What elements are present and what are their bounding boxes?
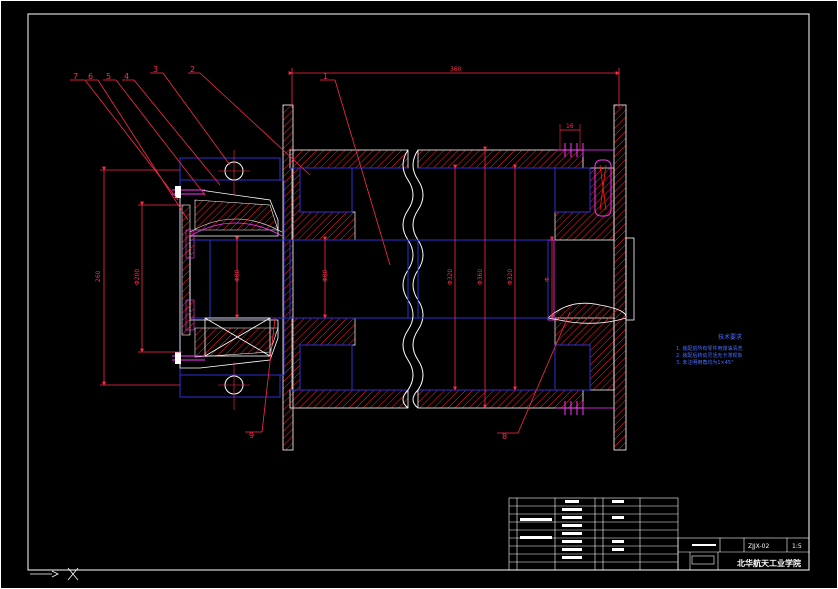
part-label-8: 8 — [502, 432, 507, 441]
dim-left-height: 260 — [95, 270, 102, 282]
technical-notes: 技术要求 1. 装配前所有零件用煤油清洗 2. 装配后转动灵活无卡滞现象 3. … — [676, 333, 742, 366]
notes-line-2: 2. 装配后转动灵活无卡滞现象 — [676, 352, 742, 359]
notes-line-1: 1. 装配前所有零件用煤油清洗 — [676, 345, 742, 352]
bearing-housing — [172, 150, 285, 410]
dim-shaft-left: Φ80 — [234, 269, 241, 282]
drum-body — [282, 104, 635, 451]
school-name: 北华航天工业学院 — [737, 558, 801, 568]
part-label-2: 2 — [190, 65, 195, 74]
dim-pitch: 16 — [566, 123, 574, 130]
notes-line-3: 3. 未注明倒角均为1×45° — [676, 359, 734, 366]
part-label-3: 3 — [153, 65, 158, 74]
dim-bore-left: Φ200 — [134, 269, 141, 285]
dim-overall-length: 360 — [450, 66, 462, 73]
notes-title: 技术要求 — [718, 333, 742, 341]
part-label-7: 7 — [73, 72, 78, 81]
leader-lines — [70, 72, 571, 434]
drawing-scale: 1:5 — [792, 543, 802, 550]
part-label-1: 1 — [323, 72, 328, 81]
part-label-5: 5 — [106, 72, 111, 81]
outer-border — [0, 0, 838, 589]
part-label-4: 4 — [124, 72, 129, 81]
cad-drawing-canvas[interactable]: 360 260 Φ200 Φ80 Φ80 Φ320 Φ360 Φ320 Φ 16… — [0, 0, 838, 589]
dimension-texts: 360 260 Φ200 Φ80 Φ80 Φ320 Φ360 Φ320 Φ 16 — [95, 66, 574, 285]
dim-inner-a: Φ320 — [447, 269, 454, 285]
shaft — [189, 239, 549, 319]
break-lines — [402, 149, 424, 409]
dim-shaft-mid: Φ80 — [322, 269, 329, 282]
drawing-number: ZJJX-02 — [748, 543, 769, 550]
dim-inner-b: Φ360 — [477, 269, 484, 285]
dim-right-small: Φ — [544, 277, 551, 282]
part-label-6: 6 — [88, 72, 93, 81]
dim-inner-c: Φ320 — [507, 269, 514, 285]
parts-list — [508, 497, 679, 571]
part-label-9: 9 — [249, 431, 254, 440]
